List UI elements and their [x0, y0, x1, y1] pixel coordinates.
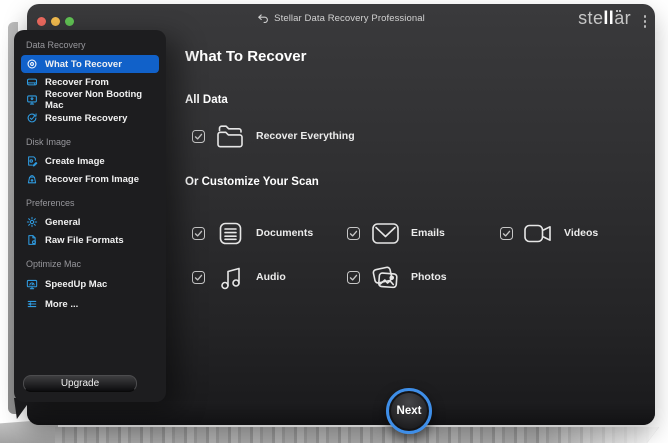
customize-heading: Or Customize Your Scan — [185, 176, 319, 188]
sidebar-item-resume-recovery[interactable]: Resume Recovery — [21, 109, 159, 127]
section-label-disk-image: Disk Image — [26, 137, 154, 147]
emails-label: Emails — [411, 227, 445, 239]
sidebar-item-label: General — [45, 217, 80, 228]
sidebar-item-what-to-recover[interactable]: What To Recover — [21, 55, 159, 73]
emails-checkbox[interactable] — [347, 227, 360, 240]
section-label-preferences: Preferences — [26, 198, 154, 208]
all-data-heading: All Data — [185, 94, 228, 106]
stellar-logo: stellar — [578, 9, 631, 29]
documents-checkbox[interactable] — [192, 227, 205, 240]
section-label-data-recovery: Data Recovery — [26, 40, 154, 50]
folder-icon — [214, 123, 246, 150]
marketing-backdrop: Stellar Data Recovery Professional stell… — [0, 0, 668, 443]
window-title-bar: Stellar Data Recovery Professional — [27, 4, 655, 32]
sidebar-item-label: More ... — [45, 299, 78, 310]
recover-everything-item[interactable]: Recover Everything — [192, 118, 355, 154]
sidebar-item-more[interactable]: More ... — [21, 294, 159, 314]
reflection-strip — [55, 427, 659, 443]
sidebar-item-speedup-mac[interactable]: SpeedUp Mac — [21, 274, 159, 294]
upgrade-button[interactable]: Upgrade — [23, 375, 137, 392]
monitor-download-icon — [26, 94, 38, 106]
sidebar-item-label: Resume Recovery — [45, 113, 127, 124]
recover-everything-label: Recover Everything — [256, 130, 355, 142]
sidebar-item-recover-non-booting-mac[interactable]: Recover Non Booting Mac — [21, 91, 159, 109]
window-title: Stellar Data Recovery Professional — [274, 13, 425, 24]
photos-item[interactable]: Photos — [347, 258, 447, 296]
videos-label: Videos — [564, 227, 598, 239]
drive-icon — [26, 76, 38, 88]
create-image-icon — [26, 155, 38, 167]
video-camera-icon — [522, 223, 554, 244]
speedup-monitor-icon — [26, 278, 38, 290]
document-lines-icon — [214, 220, 246, 247]
section-label-optimize-mac: Optimize Mac — [26, 259, 154, 269]
more-lines-icon — [26, 298, 38, 310]
sidebar: Data Recovery What To Recover Recover Fr… — [14, 30, 166, 402]
photo-stack-icon — [369, 264, 401, 291]
file-gear-icon — [26, 234, 38, 246]
page-title: What To Recover — [185, 48, 306, 65]
resume-check-icon — [26, 112, 38, 124]
gear-icon — [26, 216, 38, 228]
audio-label: Audio — [256, 271, 286, 283]
sidebar-item-recover-from-image[interactable]: Recover From Image — [21, 170, 159, 188]
kebab-menu-icon[interactable] — [644, 15, 647, 28]
music-note-icon — [214, 264, 246, 291]
sidebar-item-raw-file-formats[interactable]: Raw File Formats — [21, 231, 159, 249]
videos-item[interactable]: Videos — [500, 214, 598, 252]
sidebar-item-label: Recover From — [45, 77, 109, 88]
next-button[interactable]: Next — [386, 388, 432, 434]
window-footer-bar — [27, 401, 655, 425]
photos-label: Photos — [411, 271, 447, 283]
sidebar-item-label: SpeedUp Mac — [45, 279, 107, 290]
sidebar-item-label: What To Recover — [45, 59, 122, 70]
sidebar-item-label: Recover From Image — [45, 174, 139, 185]
logo-pre: ste — [578, 9, 603, 29]
sidebar-item-create-image[interactable]: Create Image — [21, 152, 159, 170]
target-icon — [26, 58, 38, 70]
documents-label: Documents — [256, 227, 313, 239]
videos-checkbox[interactable] — [500, 227, 513, 240]
documents-item[interactable]: Documents — [192, 214, 313, 252]
emails-item[interactable]: Emails — [347, 214, 445, 252]
envelope-icon — [369, 222, 401, 245]
recover-everything-checkbox[interactable] — [192, 130, 205, 143]
logo-bold: ll — [603, 9, 614, 29]
sidebar-item-label: Create Image — [45, 156, 105, 167]
sidebar-item-label: Recover Non Booting Mac — [45, 89, 154, 111]
sidebar-item-general[interactable]: General — [21, 213, 159, 231]
sidebar-item-label: Raw File Formats — [45, 235, 124, 246]
image-restore-icon — [26, 173, 38, 185]
photos-checkbox[interactable] — [347, 271, 360, 284]
audio-checkbox[interactable] — [192, 271, 205, 284]
back-arrow-icon[interactable] — [257, 13, 268, 24]
audio-item[interactable]: Audio — [192, 258, 286, 296]
